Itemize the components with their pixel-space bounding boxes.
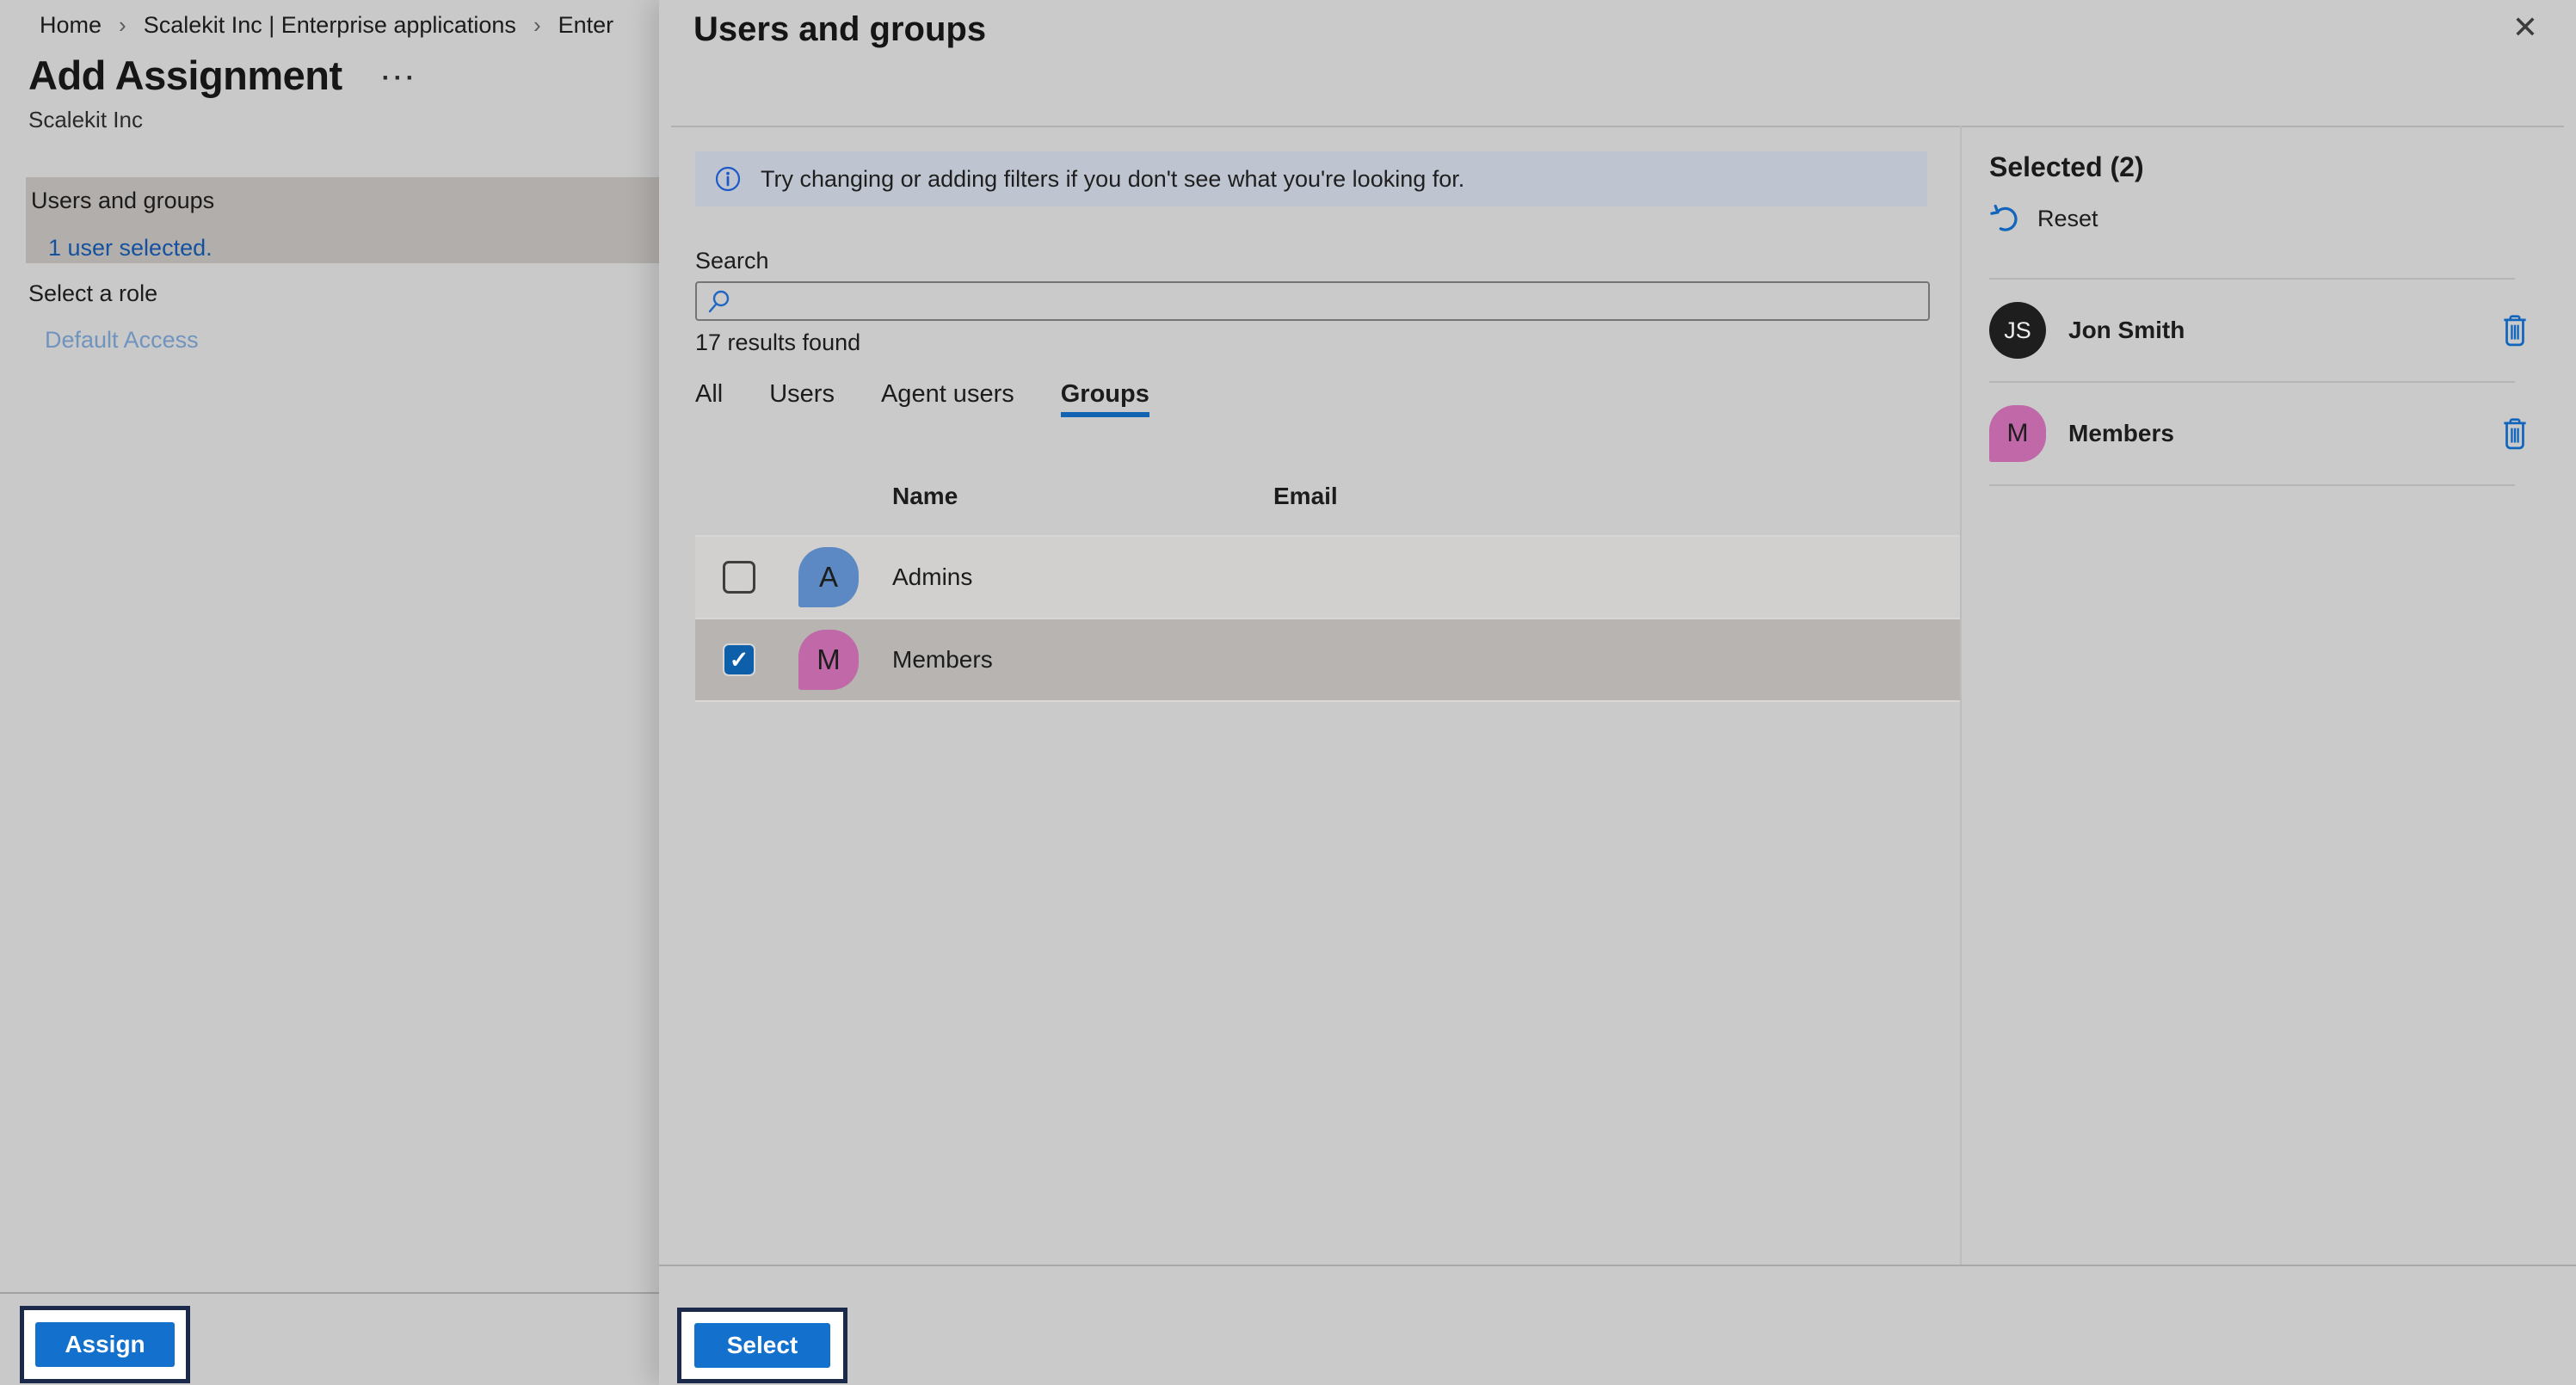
page-title: Add Assignment xyxy=(28,52,342,99)
search-icon xyxy=(707,288,733,314)
tab-groups[interactable]: Groups xyxy=(1061,380,1149,417)
selected-item-jon-smith: JS Jon Smith xyxy=(1989,280,2576,381)
panel-title: Users and groups xyxy=(693,10,986,49)
row-name: Members xyxy=(892,646,993,674)
footer-divider xyxy=(0,1292,659,1294)
column-header-name: Name xyxy=(892,483,958,510)
breadcrumb-current-truncated[interactable]: Enter xyxy=(558,12,614,39)
default-access-link[interactable]: Default Access xyxy=(45,327,199,354)
trash-icon xyxy=(2500,416,2530,451)
close-icon[interactable]: ✕ xyxy=(2512,12,2538,43)
info-banner: Try changing or adding filters if you do… xyxy=(695,151,1927,206)
breadcrumb-chevron-icon: › xyxy=(533,12,541,39)
selected-items-sidebar: Selected (2) Reset JS Jon Smith xyxy=(1960,126,2576,1265)
filter-tabs: All Users Agent users Groups xyxy=(695,380,1960,417)
breadcrumb-chevron-icon: › xyxy=(119,12,126,39)
assign-button[interactable]: Assign xyxy=(35,1322,175,1367)
reset-label: Reset xyxy=(2037,206,2098,232)
info-icon xyxy=(714,165,742,193)
users-selected-link[interactable]: 1 user selected. xyxy=(48,235,659,262)
avatar-admins: A xyxy=(798,547,859,607)
checkbox-admins[interactable] xyxy=(723,561,755,594)
search-input-container[interactable] xyxy=(695,281,1930,321)
search-label: Search xyxy=(695,248,1960,274)
table-header: Name Email xyxy=(695,483,1960,508)
background-page: Home › Scalekit Inc | Enterprise applica… xyxy=(0,0,659,1385)
remove-members-button[interactable] xyxy=(2500,416,2530,451)
breadcrumb-enterprise-applications[interactable]: Scalekit Inc | Enterprise applications xyxy=(144,12,516,39)
column-header-email: Email xyxy=(1273,483,1338,510)
selected-item-members: M Members xyxy=(1989,383,2576,484)
check-icon: ✓ xyxy=(730,647,749,674)
tab-agent-users[interactable]: Agent users xyxy=(881,380,1014,417)
selected-count-title: Selected (2) xyxy=(1989,151,2576,183)
tab-users[interactable]: Users xyxy=(769,380,835,417)
assign-button-focus-ring: Assign xyxy=(20,1306,190,1383)
selected-item-name: Members xyxy=(2068,420,2500,447)
users-and-groups-label: Users and groups xyxy=(31,188,659,214)
select-button-focus-ring: Select xyxy=(677,1308,847,1383)
remove-jon-smith-button[interactable] xyxy=(2500,313,2530,348)
avatar-jon-smith: JS xyxy=(1989,302,2046,359)
menu-item-users-and-groups[interactable]: Users and groups 1 user selected. xyxy=(26,177,659,263)
row-name: Admins xyxy=(892,563,972,591)
users-groups-panel: Users and groups ✕ Try changing or addin… xyxy=(659,0,2576,1385)
breadcrumb-home[interactable]: Home xyxy=(40,12,102,39)
select-button[interactable]: Select xyxy=(694,1323,830,1368)
panel-footer-divider xyxy=(659,1265,2576,1266)
page-subtitle: Scalekit Inc xyxy=(28,107,143,133)
select-role-label: Select a role xyxy=(28,280,157,307)
tab-all[interactable]: All xyxy=(695,380,723,417)
avatar-members: M xyxy=(798,630,859,690)
table-row-admins[interactable]: A Admins xyxy=(695,537,1960,619)
avatar-members-selected: M xyxy=(1989,405,2046,462)
breadcrumb: Home › Scalekit Inc | Enterprise applica… xyxy=(40,12,613,39)
more-menu-button[interactable]: ··· xyxy=(382,64,418,93)
selected-item-name: Jon Smith xyxy=(2068,317,2500,344)
divider xyxy=(1989,484,2515,486)
results-column: Try changing or adding filters if you do… xyxy=(695,126,1960,702)
search-input[interactable] xyxy=(745,288,1918,315)
undo-arrow-icon xyxy=(1989,202,2022,235)
table-row-members[interactable]: ✓ M Members xyxy=(695,619,1960,702)
results-count: 17 results found xyxy=(695,329,1960,356)
trash-icon xyxy=(2500,313,2530,348)
reset-button[interactable]: Reset xyxy=(1989,202,2098,235)
checkbox-members-checked[interactable]: ✓ xyxy=(723,643,755,676)
info-banner-text: Try changing or adding filters if you do… xyxy=(761,166,1464,193)
